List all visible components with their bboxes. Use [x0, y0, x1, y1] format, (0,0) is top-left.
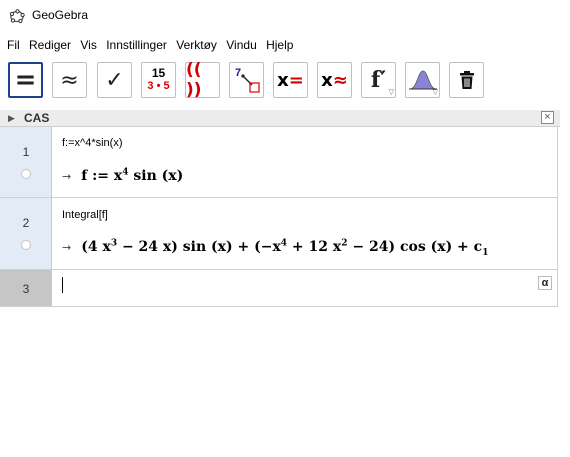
- svg-text:7: 7: [235, 67, 241, 79]
- solve-numerically-tool-button[interactable]: x≈: [317, 62, 352, 98]
- row-number: 2: [22, 216, 30, 230]
- cas-output: → f := x4 sin (x): [62, 167, 183, 184]
- geogebra-logo-icon: [9, 9, 25, 24]
- cas-input[interactable]: Integral[f]: [62, 209, 108, 221]
- menu-edit[interactable]: Rediger: [29, 35, 71, 55]
- solve-tool-button[interactable]: x=: [273, 62, 308, 98]
- cas-input[interactable]: f:=x^4*sin(x): [62, 137, 122, 149]
- evaluate-tool-button[interactable]: =: [8, 62, 43, 98]
- menu-file[interactable]: Fil: [7, 35, 20, 55]
- cas-cell[interactable]: f:=x^4*sin(x) → f := x4 sin (x): [53, 127, 558, 197]
- cas-output: → (4 x3 − 24 x) sin (x) + (−x4 + 12 x2 − …: [62, 238, 488, 257]
- row-header[interactable]: 1: [0, 127, 52, 197]
- menu-tools[interactable]: Verktøy: [176, 35, 217, 55]
- menu-settings[interactable]: Innstillinger: [106, 35, 167, 55]
- probability-tool-button[interactable]: ▽: [405, 62, 440, 98]
- expand-tool-button[interactable]: (( )): [185, 60, 220, 100]
- text-cursor: [62, 277, 63, 293]
- cas-cell[interactable]: α: [53, 270, 558, 306]
- factor-bottom-label: 3 • 5: [147, 80, 170, 92]
- menu-help[interactable]: Hjelp: [266, 35, 293, 55]
- cas-view-header: ▶ CAS ×: [0, 110, 560, 127]
- dropdown-triangle-icon: ▽: [388, 89, 394, 96]
- parentheses-icon: (( )): [186, 60, 202, 100]
- menu-window[interactable]: Vindu: [226, 35, 256, 55]
- row-number: 1: [22, 145, 30, 159]
- factor-tool-button[interactable]: 15 3 • 5: [141, 62, 176, 98]
- trash-icon: [459, 71, 474, 89]
- alpha-symbol-button[interactable]: α: [538, 276, 552, 290]
- numeric-tool-button[interactable]: ≈: [52, 62, 87, 98]
- row-header[interactable]: 2: [0, 198, 52, 269]
- factor-top-label: 15: [151, 66, 166, 80]
- substitute-tool-button[interactable]: 7: [229, 62, 264, 98]
- cas-cell[interactable]: Integral[f] → (4 x3 − 24 x) sin (x) + (−x…: [53, 198, 558, 269]
- keep-input-tool-button[interactable]: ✓: [97, 62, 132, 98]
- cas-output-expression: f := x4 sin (x): [81, 167, 184, 184]
- derivative-tool-button[interactable]: f′ ▽: [361, 62, 396, 98]
- close-icon[interactable]: ×: [541, 111, 554, 124]
- equals-icon: =: [14, 65, 37, 95]
- output-arrow-icon: →: [62, 240, 72, 254]
- visibility-toggle[interactable]: [21, 169, 31, 179]
- derivative-icon: f′: [370, 67, 387, 93]
- check-icon: ✓: [105, 67, 124, 93]
- title-bar: GeoGebra: [0, 0, 570, 32]
- menu-bar: Fil Rediger Vis Innstillinger Verktøy Vi…: [0, 35, 570, 55]
- output-arrow-icon: →: [62, 169, 72, 183]
- cas-row[interactable]: 3 α: [0, 270, 558, 307]
- substitute-icon: 7: [235, 67, 260, 93]
- menu-view[interactable]: Vis: [80, 35, 96, 55]
- approx-icon: ≈: [60, 67, 79, 93]
- toolbar: = ≈ ✓ 15 3 • 5 (( )) 7 x= x≈ f′ ▽ ▽: [0, 60, 570, 104]
- collapse-triangle-icon[interactable]: ▶: [8, 113, 15, 124]
- delete-tool-button[interactable]: [449, 62, 484, 98]
- cas-output-expression: (4 x3 − 24 x) sin (x) + (−x4 + 12 x2 − 2…: [81, 238, 489, 258]
- cas-row[interactable]: 1 f:=x^4*sin(x) → f := x4 sin (x): [0, 127, 558, 198]
- solve-icon: x=: [277, 69, 304, 91]
- cas-view-title: CAS: [24, 111, 50, 125]
- dropdown-triangle-icon: ▽: [432, 89, 438, 96]
- window-title: GeoGebra: [32, 8, 89, 22]
- visibility-toggle[interactable]: [21, 240, 31, 250]
- cas-row[interactable]: 2 Integral[f] → (4 x3 − 24 x) sin (x) + (…: [0, 198, 558, 270]
- row-header[interactable]: 3: [0, 270, 52, 306]
- row-number: 3: [22, 282, 30, 296]
- solve-numerically-icon: x≈: [321, 69, 348, 91]
